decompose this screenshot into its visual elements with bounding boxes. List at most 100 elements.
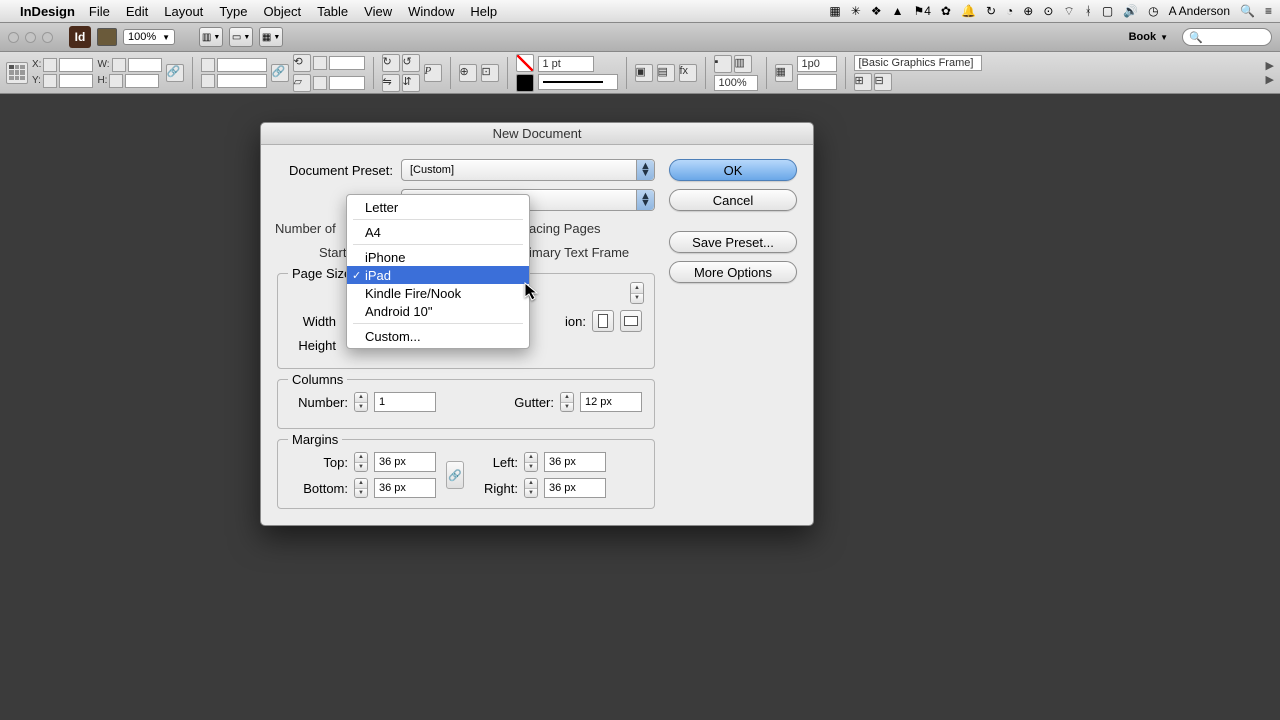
menu-view[interactable]: View — [364, 4, 392, 19]
menu-type[interactable]: Type — [219, 4, 247, 19]
h-stepper[interactable] — [109, 74, 123, 88]
app-name[interactable]: InDesign — [20, 4, 75, 19]
bridge-icon[interactable] — [97, 28, 117, 46]
reference-point[interactable] — [6, 62, 28, 84]
bluetooth-icon[interactable]: ᚼ — [1085, 4, 1092, 18]
rotate-stepper[interactable] — [313, 56, 327, 70]
margin-top-input[interactable]: 36 px — [374, 452, 436, 472]
distribute-icon[interactable]: ⊟ — [874, 73, 892, 91]
margin-bottom-input[interactable]: 36 px — [374, 478, 436, 498]
dropdown-item-selected[interactable]: iPad — [347, 266, 529, 284]
cancel-button[interactable]: Cancel — [669, 189, 797, 211]
margin-right-stepper[interactable]: ▲▼ — [524, 478, 538, 498]
scale-y-input[interactable] — [217, 74, 267, 88]
status-icon[interactable]: 🔔 — [961, 4, 976, 18]
dropdown-item-custom[interactable]: Custom... — [347, 327, 529, 345]
menu-object[interactable]: Object — [264, 4, 302, 19]
margin-top-stepper[interactable]: ▲▼ — [354, 452, 368, 472]
display-icon[interactable]: ▢ — [1102, 4, 1113, 18]
status-icon[interactable]: ❖ — [871, 4, 882, 18]
arrange-button[interactable]: ▦▼ — [259, 27, 283, 47]
notification-center-icon[interactable]: ≡ — [1265, 4, 1272, 18]
view-options-button[interactable]: ▥▼ — [199, 27, 223, 47]
columns-number-input[interactable]: 1 — [374, 392, 436, 412]
effects-icon[interactable]: fx — [679, 64, 697, 82]
center-content-icon[interactable]: ▤ — [657, 64, 675, 82]
stroke-style-select[interactable] — [538, 74, 618, 90]
menu-window[interactable]: Window — [408, 4, 454, 19]
status-icon[interactable]: ⊕ — [1023, 4, 1033, 18]
align-icon[interactable]: ⊞ — [854, 73, 872, 91]
more-options-button[interactable]: More Options — [669, 261, 797, 283]
orientation-landscape-button[interactable] — [620, 310, 642, 332]
gutter-input[interactable]: 12 px — [580, 392, 642, 412]
rotate-input[interactable] — [329, 56, 365, 70]
y-stepper[interactable] — [43, 74, 57, 88]
status-icon[interactable]: ✳ — [851, 4, 861, 18]
status-icon[interactable]: ⊙ — [1043, 4, 1053, 18]
volume-icon[interactable]: 🔊 — [1123, 4, 1138, 18]
shear-input[interactable] — [329, 76, 365, 90]
zoom-level-select[interactable]: 100%▼ — [123, 29, 175, 45]
ok-button[interactable]: OK — [669, 159, 797, 181]
gutter-stepper[interactable]: ▲▼ — [560, 392, 574, 412]
flip-h-icon[interactable]: ⇋ — [382, 74, 400, 92]
constrain-scale-icon[interactable]: 🔗 — [271, 64, 289, 82]
save-preset-button[interactable]: Save Preset... — [669, 231, 797, 253]
x-input[interactable] — [59, 58, 93, 72]
status-icon[interactable]: ▦ — [829, 4, 840, 18]
constrain-icon[interactable]: 🔗 — [166, 64, 184, 82]
status-icon[interactable]: ◔ — [1006, 4, 1013, 18]
margin-left-input[interactable]: 36 px — [544, 452, 606, 472]
margin-left-stepper[interactable]: ▲▼ — [524, 452, 538, 472]
opacity-input[interactable]: 100% — [714, 75, 758, 91]
flip-v-icon[interactable]: ⇵ — [402, 74, 420, 92]
scale-y-stepper[interactable] — [201, 74, 215, 88]
orientation-portrait-button[interactable] — [592, 310, 614, 332]
fill-swatch[interactable] — [516, 54, 534, 72]
help-search[interactable]: 🔍 — [1182, 28, 1272, 46]
screen-mode-button[interactable]: ▭▼ — [229, 27, 253, 47]
dropdown-item[interactable]: Android 10" — [347, 302, 529, 320]
stroke-weight-select[interactable]: 1 pt — [538, 56, 594, 72]
workspace-switcher[interactable]: Book▼ — [1129, 31, 1168, 43]
shear-icon[interactable]: ▱ — [293, 74, 311, 92]
menu-table[interactable]: Table — [317, 4, 348, 19]
margin-right-input[interactable]: 36 px — [544, 478, 606, 498]
status-icon[interactable]: ✿ — [941, 4, 951, 18]
dropdown-item[interactable]: A4 — [347, 223, 529, 241]
menu-layout[interactable]: Layout — [164, 4, 203, 19]
link-margins-button[interactable]: 🔗 — [446, 461, 464, 489]
dropdown-item[interactable]: Kindle Fire/Nook — [347, 284, 529, 302]
fit-content-icon[interactable]: ▣ — [635, 64, 653, 82]
drop-shadow-icon[interactable]: ▪ — [714, 55, 732, 73]
menu-edit[interactable]: Edit — [126, 4, 148, 19]
stroke-swatch[interactable] — [516, 74, 534, 92]
text-wrap-icon[interactable]: ▦ — [775, 64, 793, 82]
dropdown-item[interactable]: Letter — [347, 198, 529, 216]
shear-stepper[interactable] — [313, 76, 327, 90]
page-size-select-stepper[interactable]: ▲▼ — [630, 282, 644, 304]
menu-help[interactable]: Help — [470, 4, 497, 19]
h-input[interactable] — [125, 74, 159, 88]
rotate-cw-icon[interactable]: ↻ — [382, 54, 400, 72]
opacity-icon[interactable]: ▥ — [734, 55, 752, 73]
clock-icon[interactable]: ◷ — [1148, 4, 1158, 18]
user-menu[interactable]: A Anderson — [1169, 4, 1230, 18]
margin-bottom-stepper[interactable]: ▲▼ — [354, 478, 368, 498]
select-content-icon[interactable]: ⊕ — [459, 64, 477, 82]
corner-shape[interactable] — [797, 74, 837, 90]
select-container-icon[interactable]: ⊡ — [481, 64, 499, 82]
wifi-icon[interactable]: ⌔ — [1063, 4, 1074, 19]
dropdown-item[interactable]: iPhone — [347, 248, 529, 266]
columns-number-stepper[interactable]: ▲▼ — [354, 392, 368, 412]
corner-input[interactable]: 1p0 — [797, 56, 837, 72]
x-stepper[interactable] — [43, 58, 57, 72]
y-input[interactable] — [59, 74, 93, 88]
menu-file[interactable]: File — [89, 4, 110, 19]
window-traffic-lights[interactable] — [8, 32, 53, 43]
scale-x-input[interactable] — [217, 58, 267, 72]
w-input[interactable] — [128, 58, 162, 72]
scale-x-stepper[interactable] — [201, 58, 215, 72]
document-preset-select[interactable]: [Custom]▲▼ — [401, 159, 655, 181]
